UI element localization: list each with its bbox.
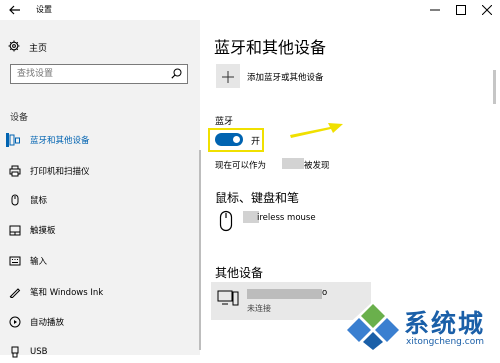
blurred-device-name (282, 158, 304, 169)
mouse-icon (0, 194, 30, 206)
sidebar-item-touchpad[interactable]: 触摸板 (0, 219, 200, 241)
home-label: 主页 (29, 44, 48, 54)
search-input[interactable] (17, 66, 167, 82)
sidebar-item-label: 鼠标 (30, 196, 48, 206)
home-link[interactable]: 主页 (8, 40, 47, 55)
sidebar-item-label: 打印机和扫描仪 (30, 167, 90, 177)
printer-icon (0, 165, 30, 177)
sidebar-item-label: 蓝牙和其他设备 (30, 136, 90, 146)
mouse-device-name[interactable]: ireless mouse (257, 213, 316, 223)
other-device-name: o (322, 288, 328, 298)
maximize-button[interactable] (448, 0, 474, 20)
sidebar-item-usb[interactable]: USB (0, 341, 200, 363)
watermark-url: xitongcheng.com (406, 337, 484, 347)
computer-icon (217, 288, 239, 313)
usb-icon (0, 346, 30, 358)
sidebar-item-bluetooth[interactable]: 蓝牙和其他设备 (0, 129, 200, 151)
discoverable-text: 现在可以作为 被发现 (215, 159, 330, 171)
watermark-brand: 系统城 (404, 309, 486, 338)
search-box[interactable] (10, 64, 188, 84)
add-device-button[interactable] (216, 64, 240, 88)
title-bar: 设置 (0, 0, 500, 20)
sidebar-item-label: 输入 (30, 257, 48, 267)
sidebar-item-pen[interactable]: 笔和 Windows Ink (0, 281, 200, 303)
sidebar-item-input[interactable]: 输入 (0, 250, 200, 272)
toggle-state-label: 开 (251, 137, 261, 147)
add-device-label[interactable]: 添加蓝牙或其他设备 (247, 71, 324, 83)
watermark-logo-icon (345, 300, 401, 355)
sidebar-item-label: 自动播放 (30, 318, 65, 328)
sidebar-item-label: 笔和 Windows Ink (30, 288, 104, 298)
annotation-arrow-icon (288, 120, 344, 145)
sidebar-item-autoplay[interactable]: 自动播放 (0, 311, 200, 333)
keyboard-icon (0, 256, 30, 266)
mouse-section-title: 鼠标、键盘和笔 (215, 191, 300, 205)
autoplay-icon (0, 316, 30, 328)
sidebar-item-mouse[interactable]: 鼠标 (0, 189, 200, 211)
page-title: 蓝牙和其他设备 (214, 38, 327, 57)
mouse-device-icon (219, 210, 233, 235)
discoverable-suffix: 被发现 (304, 161, 330, 171)
pen-icon (0, 286, 30, 298)
active-indicator (6, 133, 9, 147)
search-icon[interactable] (171, 68, 182, 82)
sidebar-item-label: USB (30, 347, 48, 357)
blurred-other-device-name (247, 289, 322, 299)
sidebar-item-label: 触摸板 (30, 226, 56, 236)
close-button[interactable] (474, 0, 500, 20)
back-arrow-icon[interactable] (8, 3, 22, 17)
other-section-title: 其他设备 (215, 266, 264, 280)
plus-icon (222, 64, 234, 88)
sidebar-scrollbar[interactable] (199, 150, 201, 350)
bluetooth-devices-icon (0, 134, 30, 146)
sidebar-item-printers[interactable]: 打印机和扫描仪 (0, 160, 200, 182)
toggle-knob (233, 136, 240, 143)
discoverable-prefix: 现在可以作为 (215, 161, 267, 171)
other-device-status: 未连接 (247, 304, 271, 313)
gear-icon (8, 40, 20, 55)
minimize-button[interactable] (422, 0, 448, 20)
section-label-devices: 设备 (10, 113, 29, 123)
main-scrollbar[interactable] (493, 70, 496, 104)
bluetooth-label: 蓝牙 (215, 117, 234, 127)
touchpad-icon (0, 225, 30, 236)
bluetooth-toggle[interactable] (215, 133, 243, 146)
window-title: 设置 (36, 5, 52, 14)
